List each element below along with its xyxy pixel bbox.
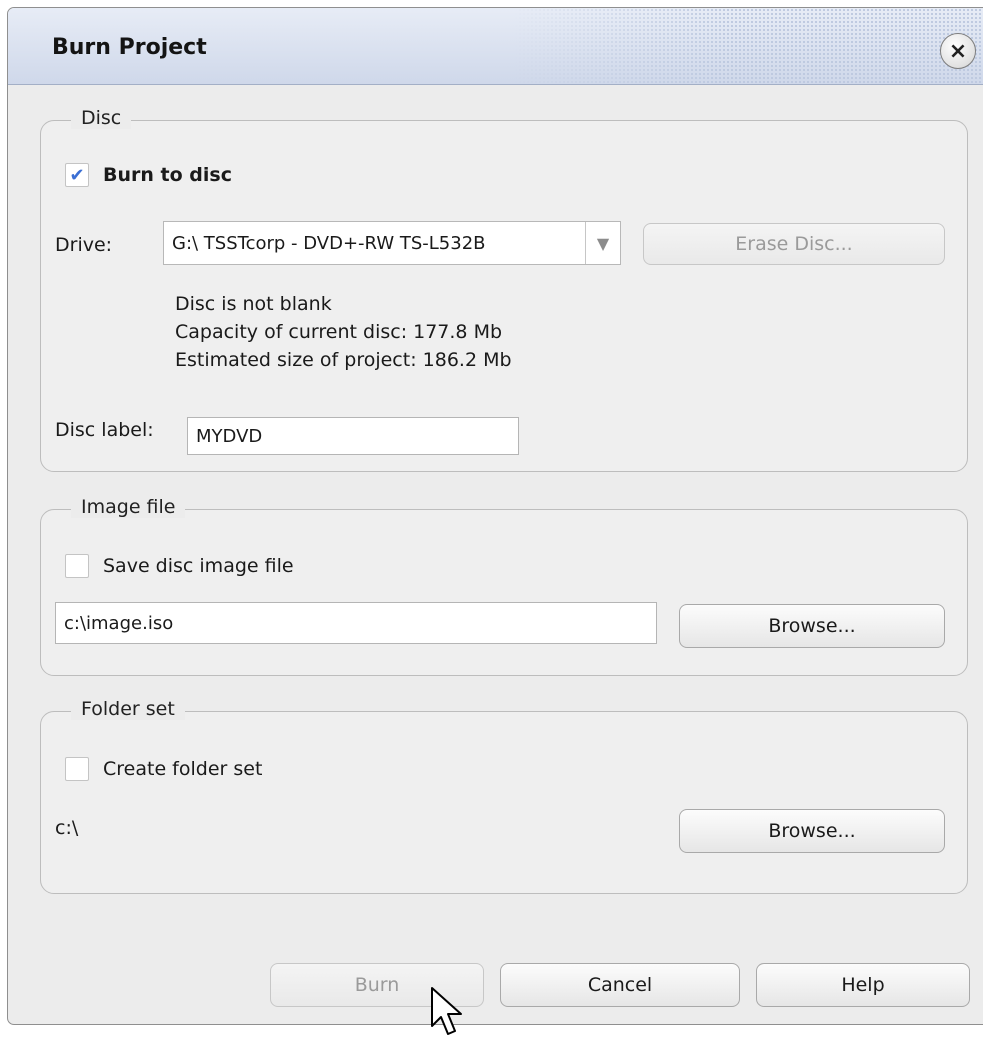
cancel-button[interactable]: Cancel [500,963,740,1007]
disc-group: Disc ✔ Burn to disc Drive: G:\ TSSTcorp … [40,107,968,472]
help-button[interactable]: Help [756,963,970,1007]
folder-set-group: Folder set Create folder set c:\ Browse.… [40,698,968,894]
title-bar-pattern [514,8,983,84]
check-icon: ✔ [69,164,85,186]
folder-path-text: c:\ [55,817,79,839]
close-button[interactable]: × [940,33,976,69]
image-file-group-legend: Image file [71,496,186,518]
disc-group-legend: Disc [71,107,132,129]
dialog-title: Burn Project [52,35,207,60]
drive-select[interactable]: G:\ TSSTcorp - DVD+-RW TS-L532B ▼ [163,221,621,265]
close-icon: × [948,38,968,64]
mouse-pointer-icon [431,987,462,1035]
project-size-text: Estimated size of project: 186.2 Mb [175,349,512,371]
disc-capacity-text: Capacity of current disc: 177.8 Mb [175,321,503,343]
chevron-down-icon[interactable]: ▼ [585,222,620,264]
image-browse-button[interactable]: Browse... [679,604,945,648]
disc-status-text: Disc is not blank [175,293,332,315]
drive-label: Drive: [55,234,113,256]
folder-set-group-legend: Folder set [71,698,185,720]
erase-disc-button[interactable]: Erase Disc... [643,223,945,265]
folder-browse-button[interactable]: Browse... [679,809,945,853]
disc-label-label: Disc label: [55,419,154,441]
image-path-input[interactable]: c:\image.iso [55,602,657,644]
title-bar[interactable]: Burn Project × [8,8,983,85]
create-folder-set-checkbox[interactable] [65,757,89,781]
disc-label-input[interactable]: MYDVD [187,417,519,455]
create-folder-set-label[interactable]: Create folder set [103,758,262,780]
save-image-checkbox[interactable] [65,554,89,578]
drive-select-value: G:\ TSSTcorp - DVD+-RW TS-L532B [172,232,486,254]
save-image-label[interactable]: Save disc image file [103,555,294,577]
burn-to-disc-label[interactable]: Burn to disc [103,164,232,186]
burn-project-dialog: Burn Project × Disc ✔ Burn to disc Drive… [7,7,983,1025]
burn-to-disc-checkbox[interactable]: ✔ [65,163,89,187]
image-file-group: Image file Save disc image file c:\image… [40,496,968,676]
